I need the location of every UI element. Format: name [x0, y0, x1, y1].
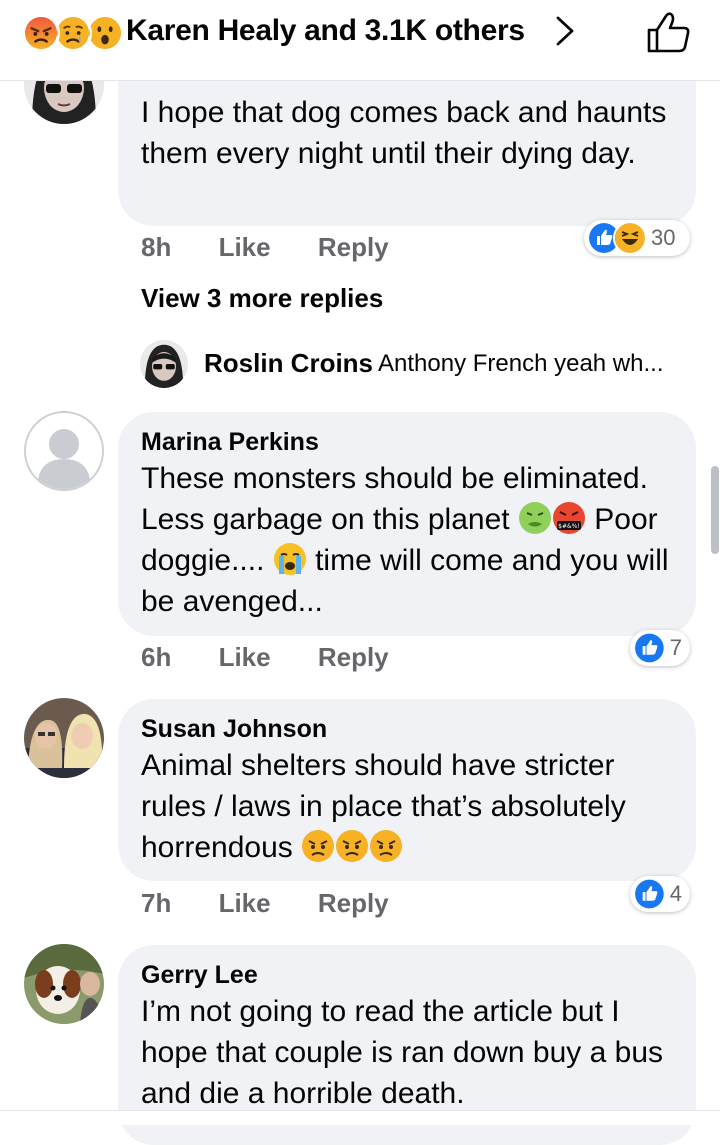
comment-text: I’m not going to read the article but I … — [141, 995, 664, 1110]
like-button-icon[interactable] — [644, 10, 692, 54]
avatar-photo — [24, 944, 104, 1024]
comment-author[interactable]: Susan Johnson — [141, 713, 672, 745]
like-link[interactable]: Like — [219, 888, 271, 919]
angry-face-icon — [302, 830, 335, 862]
crying-face-icon — [273, 543, 306, 575]
comment-actions: 7h Like Reply — [141, 888, 429, 919]
comment-actions: 6h Like Reply — [141, 642, 429, 673]
nauseated-face-icon — [518, 502, 551, 534]
like-icon — [633, 877, 666, 911]
reactions-summary[interactable]: Karen Healy and 3.1K others — [126, 14, 525, 48]
header-reactions — [22, 14, 126, 52]
angry-icon — [22, 14, 60, 52]
reply-author[interactable]: Roslin Croins — [204, 348, 373, 379]
comment-time: 8h — [141, 232, 172, 262]
cursing-face-icon: $#&%! — [552, 502, 585, 534]
comment-author[interactable]: Gerry Lee — [141, 959, 672, 991]
like-icon — [633, 631, 666, 665]
avatar[interactable] — [24, 411, 104, 491]
latest-reply-preview[interactable]: Roslin Croins Anthony French yeah wh... — [140, 340, 700, 390]
avatar[interactable] — [24, 944, 104, 1024]
like-link[interactable]: Like — [219, 642, 271, 673]
reply-snippet: Anthony French yeah wh... — [378, 350, 664, 377]
reaction-count: 4 — [669, 881, 682, 906]
comment-bubble[interactable]: Marina Perkins These monsters should be … — [118, 412, 696, 636]
comment-time: 6h — [141, 642, 172, 672]
comment-author[interactable]: Marina Perkins — [141, 426, 672, 458]
angry-face-icon — [370, 830, 403, 862]
comment-text: These monsters should be eliminated. Les… — [141, 462, 669, 618]
reactions-header[interactable]: Karen Healy and 3.1K others — [0, 0, 720, 81]
reply-link[interactable]: Reply — [318, 232, 389, 263]
comment-reactions[interactable]: 7 — [630, 630, 690, 666]
reply-link[interactable]: Reply — [318, 642, 389, 673]
avatar[interactable] — [24, 698, 104, 778]
comment-reactions[interactable]: 30 — [584, 220, 690, 256]
view-more-replies[interactable]: View 3 more replies — [141, 283, 383, 314]
comment-text: I hope that dog comes back and haunts th… — [141, 96, 667, 170]
comment-text: Animal shelters should have stricter rul… — [141, 749, 626, 864]
chevron-right-icon[interactable] — [552, 14, 578, 48]
comment-time: 7h — [141, 888, 172, 918]
reaction-count: 30 — [651, 225, 676, 250]
avatar-photo — [140, 340, 188, 388]
reply-link[interactable]: Reply — [318, 888, 389, 919]
like-link[interactable]: Like — [219, 232, 271, 263]
angry-face-icon — [336, 830, 369, 862]
bottom-divider — [0, 1110, 720, 1125]
svg-text:$#&%!: $#&%! — [558, 523, 580, 530]
default-avatar-icon — [24, 411, 104, 491]
comment-actions: 8h Like Reply — [141, 232, 429, 263]
comment-bubble[interactable]: I hope that dog comes back and haunts th… — [118, 80, 696, 226]
scrollbar-thumb[interactable] — [711, 466, 719, 554]
haha-icon — [613, 221, 647, 255]
comment-reactions[interactable]: 4 — [630, 876, 690, 912]
reaction-count: 7 — [669, 635, 682, 660]
avatar[interactable] — [140, 340, 188, 388]
comment-bubble[interactable]: Susan Johnson Animal shelters should hav… — [118, 699, 696, 881]
avatar-photo — [24, 698, 104, 778]
